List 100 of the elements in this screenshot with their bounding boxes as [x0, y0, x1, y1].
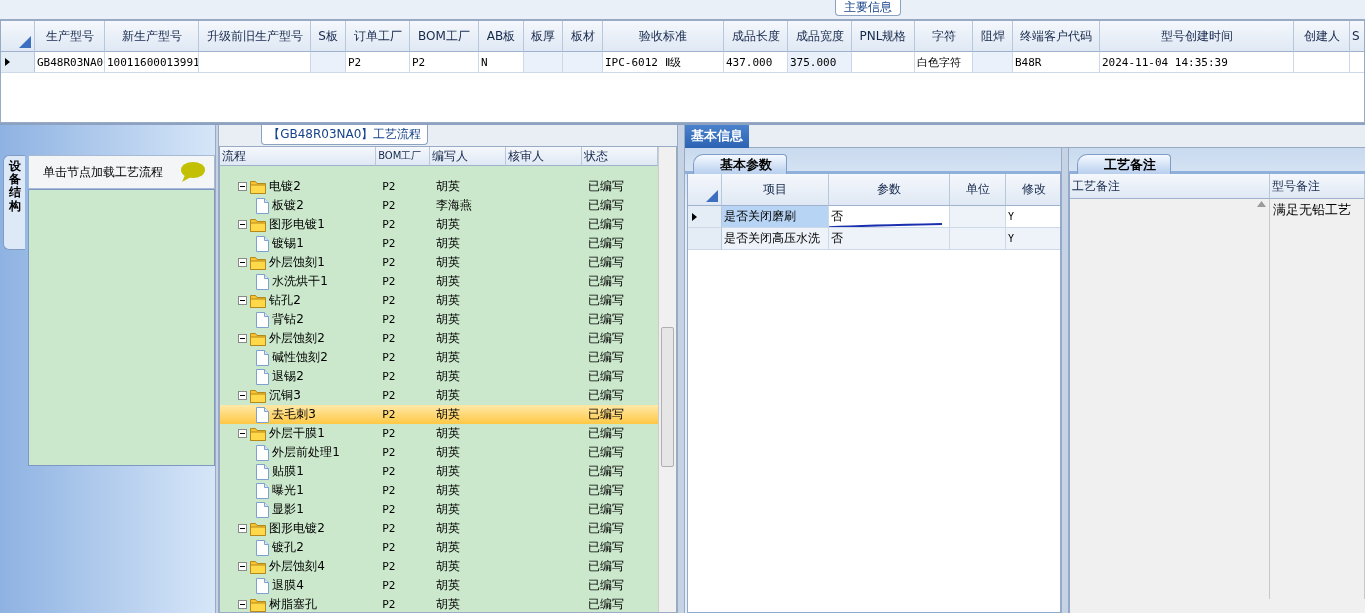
collapse-icon[interactable] [238, 258, 248, 267]
folder-icon [250, 388, 267, 403]
tree-row[interactable]: 碱性蚀刻2 P2 胡英 已编写 [220, 348, 659, 367]
tree-row[interactable]: 贴膜1 P2 胡英 已编写 [220, 462, 659, 481]
column-header[interactable]: 新生产型号 [105, 21, 199, 52]
tree-row[interactable]: 图形电镀1 P2 胡英 已编写 [220, 215, 659, 234]
tab[interactable]: 工艺备注 [1077, 154, 1171, 174]
document-icon [256, 577, 270, 594]
tree-row[interactable]: 镀孔2 P2 胡英 已编写 [220, 538, 659, 557]
table-cell-text: 胡英 [435, 463, 462, 480]
tree-row[interactable]: 退膜4 P2 胡英 已编写 [220, 576, 659, 595]
table-cell [311, 52, 346, 73]
table-cell: Y [1006, 228, 1060, 250]
table-cell-text: 胡英 [435, 577, 462, 594]
column-header[interactable]: AB板 [479, 21, 524, 52]
column-header[interactable]: PNL规格 [852, 21, 915, 52]
tab[interactable]: 基本信息 [685, 125, 749, 148]
column-header[interactable]: 终端客户代码 [1013, 21, 1100, 52]
column-header[interactable]: 成品长度 [724, 21, 788, 52]
tree-row[interactable]: 去毛刺3 P2 胡英 已编写 [220, 405, 659, 424]
tree-row[interactable]: 水洗烘干1 P2 胡英 已编写 [220, 272, 659, 291]
scrollbar[interactable] [658, 147, 677, 612]
column-header[interactable]: S [1350, 21, 1364, 52]
document-icon [256, 197, 270, 214]
tree-row[interactable]: 外层前处理1 P2 胡英 已编写 [220, 443, 659, 462]
collapse-icon[interactable] [238, 220, 248, 229]
table-cell-text: 已编写 [587, 311, 626, 328]
corner-icon [19, 36, 31, 48]
table-cell-text: 胡英 [435, 596, 462, 612]
node-label: 钻孔2 [269, 292, 301, 309]
column-header[interactable]: BOM工厂 [410, 21, 479, 52]
table-cell-text: 已编写 [587, 406, 626, 423]
tree-row[interactable]: 外层干膜1 P2 胡英 已编写 [220, 424, 659, 443]
collapse-icon[interactable] [238, 296, 248, 305]
column-header[interactable]: BOM工厂 [376, 147, 431, 166]
table-cell-text: P2 [381, 312, 397, 328]
table-cell-text: 已编写 [587, 482, 626, 499]
document-icon [256, 406, 270, 423]
table-cell-text: 已编写 [587, 273, 626, 290]
tree-row[interactable]: 曝光1 P2 胡英 已编写 [220, 481, 659, 500]
column-header[interactable]: 成品宽度 [788, 21, 852, 52]
tree-row[interactable]: 退锡2 P2 胡英 已编写 [220, 367, 659, 386]
collapse-icon[interactable] [238, 334, 248, 343]
row-header[interactable] [1, 52, 35, 73]
column-header[interactable]: 字符 [915, 21, 973, 52]
tab[interactable]: 基本参数 [693, 154, 787, 174]
collapse-icon[interactable] [238, 524, 248, 533]
column-header[interactable]: 项目 [722, 174, 829, 206]
tree-row[interactable]: 外层蚀刻1 P2 胡英 已编写 [220, 253, 659, 272]
tree-row[interactable]: 树脂塞孔 P2 胡英 已编写 [220, 595, 659, 612]
collapse-icon[interactable] [238, 600, 248, 609]
column-header[interactable]: S板 [311, 21, 346, 52]
column-header[interactable]: 编写人 [430, 147, 507, 166]
column-header[interactable]: 板材 [563, 21, 603, 52]
table-cell-text: 胡英 [435, 273, 462, 290]
table-cell-text: 胡英 [435, 216, 462, 233]
collapse-icon[interactable] [238, 429, 248, 438]
tree-row[interactable]: 板镀2 P2 李海燕 已编写 [220, 196, 659, 215]
collapse-icon[interactable] [238, 391, 248, 400]
tree-row[interactable]: 镀锡1 P2 胡英 已编写 [220, 234, 659, 253]
column-header[interactable]: 状态 [582, 147, 659, 166]
column-header[interactable]: 修改 [1006, 174, 1060, 206]
node-label: 外层蚀刻2 [269, 330, 325, 347]
table-cell-text: 已编写 [587, 330, 626, 347]
column-header[interactable]: 板厚 [524, 21, 563, 52]
collapse-icon[interactable] [238, 182, 248, 191]
tree-row[interactable]: 钻孔2 P2 胡英 已编写 [220, 291, 659, 310]
column-header[interactable]: 创建人 [1294, 21, 1350, 52]
column-header[interactable]: 阻焊 [973, 21, 1013, 52]
node-label: 去毛刺3 [272, 406, 316, 423]
tree-row[interactable]: 沉铜3 P2 胡英 已编写 [220, 386, 659, 405]
table-cell-text: 已编写 [587, 292, 626, 309]
column-header[interactable]: 型号创建时间 [1100, 21, 1294, 52]
column-header[interactable]: 工艺备注 [1070, 174, 1270, 199]
table-cell-text: 已编写 [587, 596, 626, 612]
node-label: 外层干膜1 [269, 425, 325, 442]
column-header[interactable]: 订单工厂 [346, 21, 410, 52]
table-cell: 2024-11-04 14:35:39 [1100, 52, 1294, 73]
column-header[interactable]: 流程 [220, 147, 377, 166]
tree-row[interactable]: 背钻2 P2 胡英 已编写 [220, 310, 659, 329]
table-cell-text: 已编写 [587, 216, 626, 233]
column-header[interactable]: 参数 [829, 174, 950, 206]
column-header[interactable]: 核审人 [506, 147, 583, 166]
tree-row[interactable]: 外层蚀刻4 P2 胡英 已编写 [220, 557, 659, 576]
row-header[interactable] [688, 206, 722, 228]
tree-row[interactable]: 外层蚀刻2 P2 胡英 已编写 [220, 329, 659, 348]
tree-row[interactable]: 图形电镀2 P2 胡英 已编写 [220, 519, 659, 538]
tree-row[interactable]: 电镀2 P2 胡英 已编写 [220, 177, 659, 196]
table-cell-text: 胡英 [435, 558, 462, 575]
table-cell-text: 胡英 [435, 539, 462, 556]
table-cell: 否 [829, 228, 950, 250]
column-header[interactable]: 生产型号 [35, 21, 105, 52]
column-header[interactable]: 单位 [950, 174, 1006, 206]
table-cell-text: 已编写 [587, 178, 626, 195]
side-tab[interactable]: 设备结构 [3, 155, 25, 250]
column-header[interactable]: 升级前旧生产型号 [199, 21, 311, 52]
tree-row[interactable]: 显影1 P2 胡英 已编写 [220, 500, 659, 519]
column-header[interactable]: 验收标准 [603, 21, 724, 52]
collapse-icon[interactable] [238, 562, 248, 571]
column-header[interactable]: 型号备注 [1270, 174, 1365, 199]
